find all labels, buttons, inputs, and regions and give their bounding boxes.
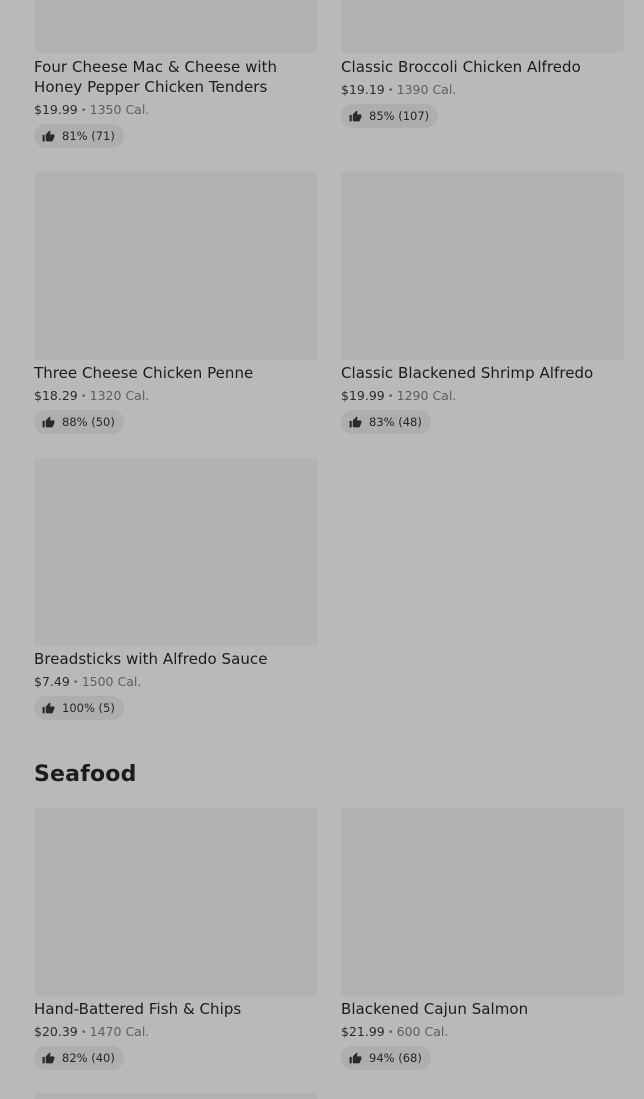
rating-badge: 94% (68) [341, 1046, 431, 1070]
rating-badge: 100% (5) [34, 696, 124, 720]
menu-item-card[interactable]: Four Cheese Mac & Cheese with Honey Pepp… [34, 0, 318, 150]
menu-item-card[interactable]: Breadsticks with Alfredo Sauce $7.49 • 150… [34, 458, 318, 720]
separator-dot: • [80, 1027, 87, 1038]
menu-item-price: $18.29 [34, 388, 78, 403]
rating-text: 81% (71) [62, 129, 115, 143]
menu-item-calories: 1470 Cal. [89, 1024, 150, 1039]
thumbs-up-icon [349, 110, 362, 121]
menu-item-image[interactable] [34, 458, 318, 646]
rating-badge: 81% (71) [34, 124, 124, 148]
separator-dot: • [72, 677, 79, 688]
menu-item-calories: 600 Cal. [396, 1024, 449, 1039]
menu-item-name: Classic Blackened Shrimp Alfredo [341, 364, 594, 382]
menu-item-image[interactable] [341, 172, 624, 360]
menu-item-card[interactable]: Blackened Cajun Salmon $21.99 • 600 Cal. 9… [341, 808, 624, 1070]
separator-dot: • [387, 391, 394, 402]
menu-item-calories: 1500 Cal. [81, 674, 142, 689]
separator-dot: • [80, 105, 87, 116]
rating-text: 94% (68) [369, 1051, 422, 1065]
menu-item-price-calories: $20.39 • 1470 Cal. [34, 1024, 149, 1042]
thumbs-up-icon [42, 416, 55, 427]
rating-badge: 82% (40) [34, 1046, 124, 1070]
menu-item-card[interactable]: Classic Blackened Shrimp Alfredo $19.99 •… [341, 172, 624, 434]
menu-item-price-calories: $19.99 • 1290 Cal. [341, 388, 456, 406]
menu-item-name: Blackened Cajun Salmon [341, 1000, 529, 1018]
menu-item-name: Four Cheese Mac & Cheese with Honey Pepp… [34, 58, 278, 96]
menu-item-price: $7.49 [34, 674, 70, 689]
menu-item-calories: 1350 Cal. [89, 102, 150, 117]
section-title-seafood: Seafood [34, 762, 137, 787]
rating-badge: 83% (48) [341, 410, 431, 434]
menu-item-price-calories: $19.99 • 1350 Cal. [34, 102, 149, 120]
menu-item-price-calories: $19.19 • 1390 Cal. [341, 82, 456, 100]
menu-item-price-calories: $18.29 • 1320 Cal. [34, 388, 149, 406]
menu-item-image[interactable] [341, 0, 624, 53]
separator-dot: • [387, 1027, 394, 1038]
thumbs-up-icon [42, 1052, 55, 1063]
thumbs-up-icon [349, 1052, 362, 1063]
rating-text: 85% (107) [369, 109, 430, 123]
rating-badge: 88% (50) [34, 410, 124, 434]
separator-dot: • [387, 85, 394, 96]
menu-item-calories: 1390 Cal. [396, 82, 457, 97]
rating-text: 82% (40) [62, 1051, 115, 1065]
menu-item-name: Three Cheese Chicken Penne [34, 364, 254, 382]
rating-text: 100% (5) [62, 701, 115, 715]
menu-item-image[interactable] [34, 172, 318, 360]
menu-item-image[interactable] [34, 0, 318, 53]
menu-item-name: Hand-Battered Fish & Chips [34, 1000, 242, 1018]
separator-dot: • [80, 391, 87, 402]
rating-text: 83% (48) [369, 415, 422, 429]
thumbs-up-icon [349, 416, 362, 427]
menu-item-card[interactable]: Three Cheese Chicken Penne $18.29 • 1320 C… [34, 172, 318, 434]
menu-item-calories: 1290 Cal. [396, 388, 457, 403]
menu-item-price-calories: $21.99 • 600 Cal. [341, 1024, 448, 1042]
menu-item-image[interactable] [341, 808, 624, 996]
thumbs-up-icon [42, 130, 55, 141]
menu-item-price: $21.99 [341, 1024, 385, 1039]
menu-item-name: Breadsticks with Alfredo Sauce [34, 650, 268, 668]
menu-item-price: $20.39 [34, 1024, 78, 1039]
menu-item-price: $19.99 [341, 388, 385, 403]
menu-item-price: $19.19 [341, 82, 385, 97]
rating-text: 88% (50) [62, 415, 115, 429]
menu-item-price-calories: $7.49 • 1500 Cal. [34, 674, 141, 692]
menu-item-card[interactable]: Hand-Battered Fish & Chips $20.39 • 1470 C… [34, 808, 318, 1070]
menu-item-calories: 1320 Cal. [89, 388, 150, 403]
thumbs-up-icon [42, 702, 55, 713]
rating-badge: 85% (107) [341, 104, 439, 128]
menu-item-card[interactable]: Classic Broccoli Chicken Alfredo $19.19 •… [341, 0, 625, 130]
menu-item-image[interactable] [34, 808, 318, 996]
menu-item-image[interactable] [34, 1093, 318, 1099]
menu-item-name: Classic Broccoli Chicken Alfredo [341, 58, 581, 76]
menu-item-price: $19.99 [34, 102, 78, 117]
